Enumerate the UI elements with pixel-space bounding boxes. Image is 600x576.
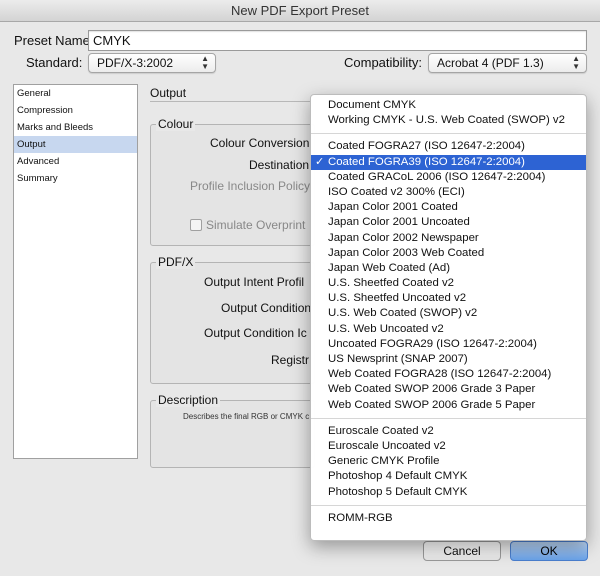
- sidebar-item-output[interactable]: Output: [14, 136, 137, 153]
- menu-item[interactable]: Web Coated FOGRA28 (ISO 12647-2:2004): [311, 367, 586, 382]
- compatibility-label: Compatibility:: [344, 55, 423, 70]
- menu-item[interactable]: ISO Coated v2 300% (ECI): [311, 185, 586, 200]
- compatibility-select[interactable]: Acrobat 4 (PDF 1.3) ▲ ▼: [428, 53, 587, 73]
- colour-conversion-label: Colour Conversion: [210, 136, 310, 150]
- menu-item[interactable]: U.S. Web Uncoated v2: [311, 322, 586, 337]
- description-group: [150, 400, 315, 468]
- section-divider: [150, 101, 310, 102]
- menu-item[interactable]: ROMM-RGB: [311, 511, 586, 526]
- menu-item[interactable]: Japan Color 2001 Coated: [311, 200, 586, 215]
- menu-item[interactable]: Web Coated SWOP 2006 Grade 5 Paper: [311, 398, 586, 413]
- pdfx-group-title: PDF/X: [156, 255, 196, 269]
- menu-separator: [311, 417, 586, 419]
- menu-item[interactable]: U.S. Web Coated (SWOP) v2: [311, 306, 586, 321]
- preset-name-field[interactable]: CMYK: [88, 30, 587, 51]
- updown-arrows-icon: ▲ ▼: [201, 54, 209, 71]
- standard-select[interactable]: PDF/X-3:2002 ▲ ▼: [88, 53, 216, 73]
- description-group-title: Description: [156, 393, 221, 407]
- destination-label: Destination: [249, 158, 310, 172]
- menu-item[interactable]: Photoshop 4 Default CMYK: [311, 469, 586, 484]
- menu-separator: [311, 133, 586, 135]
- compatibility-value: Acrobat 4 (PDF 1.3): [437, 56, 544, 70]
- colour-group-title: Colour: [156, 117, 196, 131]
- menu-separator: [311, 504, 586, 506]
- sidebar-item-marks-and-bleeds[interactable]: Marks and Bleeds: [14, 119, 137, 136]
- sidebar-item-general[interactable]: General: [14, 85, 137, 102]
- ok-button[interactable]: OK: [510, 541, 588, 561]
- section-title: Output: [150, 86, 187, 100]
- registry-label: Registr: [271, 353, 310, 367]
- standard-label: Standard:: [26, 55, 83, 70]
- menu-item[interactable]: U.S. Sheetfed Uncoated v2: [311, 291, 586, 306]
- profile-inclusion-label: Profile Inclusion Policy: [190, 179, 311, 193]
- window-title: New PDF Export Preset: [0, 0, 600, 22]
- menu-item[interactable]: Coated FOGRA27 (ISO 12647-2:2004): [311, 139, 586, 154]
- menu-item[interactable]: Japan Color 2002 Newspaper: [311, 231, 586, 246]
- sidebar-item-compression[interactable]: Compression: [14, 102, 137, 119]
- preset-name-label: Preset Name:: [14, 33, 94, 48]
- menu-item[interactable]: Working CMYK - U.S. Web Coated (SWOP) v2: [311, 113, 586, 128]
- simulate-overprint-checkbox[interactable]: [190, 219, 202, 231]
- menu-item[interactable]: Japan Color 2001 Uncoated: [311, 215, 586, 230]
- standard-value: PDF/X-3:2002: [97, 56, 174, 70]
- updown-arrows-icon: ▲ ▼: [572, 54, 580, 71]
- destination-menu: Document CMYK Working CMYK - U.S. Web Co…: [310, 94, 587, 541]
- menu-item[interactable]: Document CMYK: [311, 98, 586, 113]
- menu-item[interactable]: Generic CMYK Profile: [311, 454, 586, 469]
- cancel-button[interactable]: Cancel: [423, 541, 501, 561]
- menu-item[interactable]: U.S. Sheetfed Coated v2: [311, 276, 586, 291]
- menu-item[interactable]: Japan Color 2003 Web Coated: [311, 246, 586, 261]
- menu-item-label: Coated FOGRA39 (ISO 12647-2:2004): [328, 155, 525, 168]
- simulate-overprint-label: Simulate Overprint: [206, 218, 306, 232]
- menu-item[interactable]: Coated GRACoL 2006 (ISO 12647-2:2004): [311, 170, 586, 185]
- output-condition-label: Output Condition: [221, 301, 312, 315]
- menu-item[interactable]: Euroscale Coated v2: [311, 424, 586, 439]
- output-condition-id-label: Output Condition Ic: [204, 326, 307, 340]
- sidebar: General Compression Marks and Bleeds Out…: [13, 84, 138, 459]
- sidebar-item-summary[interactable]: Summary: [14, 170, 137, 187]
- menu-item[interactable]: Euroscale Uncoated v2: [311, 439, 586, 454]
- menu-item[interactable]: Uncoated FOGRA29 (ISO 12647-2:2004): [311, 337, 586, 352]
- menu-item[interactable]: Web Coated SWOP 2006 Grade 3 Paper: [311, 382, 586, 397]
- sidebar-item-advanced[interactable]: Advanced: [14, 153, 137, 170]
- description-text: Describes the final RGB or CMYK c: [183, 412, 310, 421]
- checkmark-icon: ✓: [315, 155, 325, 168]
- output-intent-label: Output Intent Profil: [204, 275, 305, 289]
- menu-item[interactable]: Japan Web Coated (Ad): [311, 261, 586, 276]
- menu-item[interactable]: US Newsprint (SNAP 2007): [311, 352, 586, 367]
- menu-item-selected[interactable]: ✓ Coated FOGRA39 (ISO 12647-2:2004): [311, 154, 586, 170]
- menu-item[interactable]: Photoshop 5 Default CMYK: [311, 485, 586, 500]
